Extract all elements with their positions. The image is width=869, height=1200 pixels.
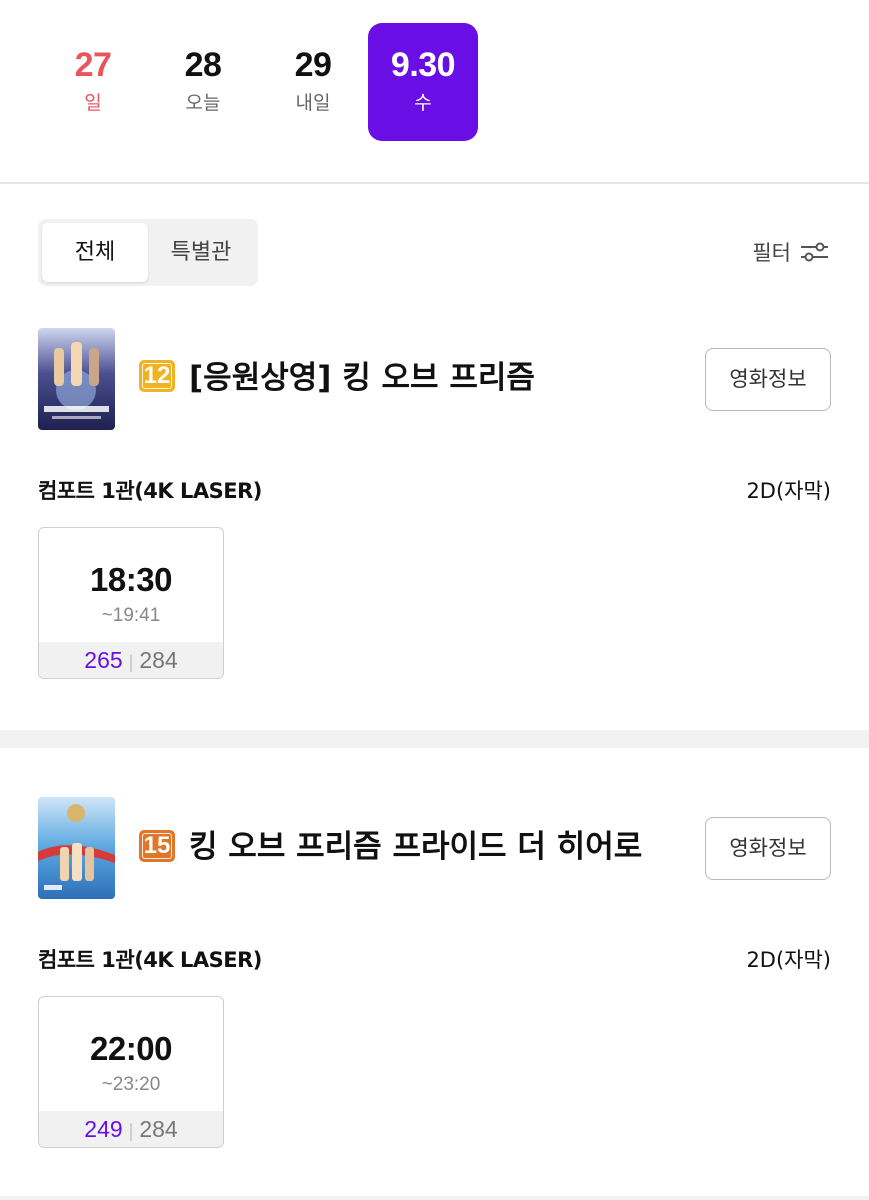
tab-all[interactable]: 전체 — [42, 223, 148, 282]
tab-special-hall[interactable]: 특별관 — [148, 223, 254, 282]
date-day-label: 오늘 — [185, 92, 221, 114]
date-number: 28 — [184, 46, 222, 84]
date-selected[interactable]: 9.30 수 — [368, 23, 478, 141]
showtime-card[interactable]: 18:30 ~19:41 265 | 284 — [38, 527, 224, 679]
movie-title: [응원상영] 킹 오브 프리즘 — [189, 360, 535, 396]
hall-name: 컴포트 1관(4K LASER) — [38, 948, 262, 972]
filter-sliders-icon — [801, 242, 828, 262]
screening-format: 2D(자막) — [746, 479, 831, 503]
showtime-start: 22:00 — [90, 1030, 172, 1067]
movie-poster[interactable] — [38, 797, 115, 899]
seat-availability: 265 | 284 — [39, 642, 223, 678]
date-day-label: 일 — [84, 92, 102, 114]
theater-type-toggle: 전체 특별관 — [38, 219, 258, 286]
showtime-card[interactable]: 22:00 ~23:20 249 | 284 — [38, 996, 224, 1148]
total-seats: 284 — [139, 1116, 178, 1142]
hall-name: 컴포트 1관(4K LASER) — [38, 479, 262, 503]
movie-poster[interactable] — [38, 328, 115, 430]
date-day-label: 내일 — [295, 92, 331, 114]
seat-separator: | — [128, 1121, 134, 1141]
seat-availability: 249 | 284 — [39, 1111, 223, 1147]
age-rating-15-badge: 15 — [139, 830, 175, 862]
available-seats: 249 — [84, 1116, 123, 1142]
filter-button[interactable]: 필터 — [752, 234, 829, 270]
movie-title: 킹 오브 프리즘 프라이드 더 히어로 — [189, 829, 643, 865]
filter-label: 필터 — [752, 241, 791, 265]
date-number: 9.30 — [390, 46, 456, 84]
date-number: 29 — [294, 46, 332, 84]
age-rating-12-badge: 12 — [139, 360, 175, 392]
section-divider — [0, 730, 869, 748]
showtime-end: ~23:20 — [101, 1074, 161, 1095]
total-seats: 284 — [139, 647, 178, 673]
showtime-end: ~19:41 — [101, 605, 161, 626]
screening-format: 2D(자막) — [746, 948, 831, 972]
date-number: 27 — [74, 46, 112, 84]
date-day-label: 수 — [414, 92, 432, 114]
bottom-divider — [0, 1196, 869, 1200]
movie-info-button[interactable]: 영화정보 — [705, 348, 831, 411]
seat-separator: | — [128, 652, 134, 672]
date-today[interactable]: 28 오늘 — [148, 23, 258, 141]
showtime-start: 18:30 — [90, 561, 172, 598]
available-seats: 265 — [84, 647, 123, 673]
movie-info-button[interactable]: 영화정보 — [705, 817, 831, 880]
date-sunday[interactable]: 27 일 — [38, 23, 148, 141]
date-tomorrow[interactable]: 29 내일 — [258, 23, 368, 141]
date-selector: 27 일 28 오늘 29 내일 9.30 수 — [0, 0, 869, 184]
